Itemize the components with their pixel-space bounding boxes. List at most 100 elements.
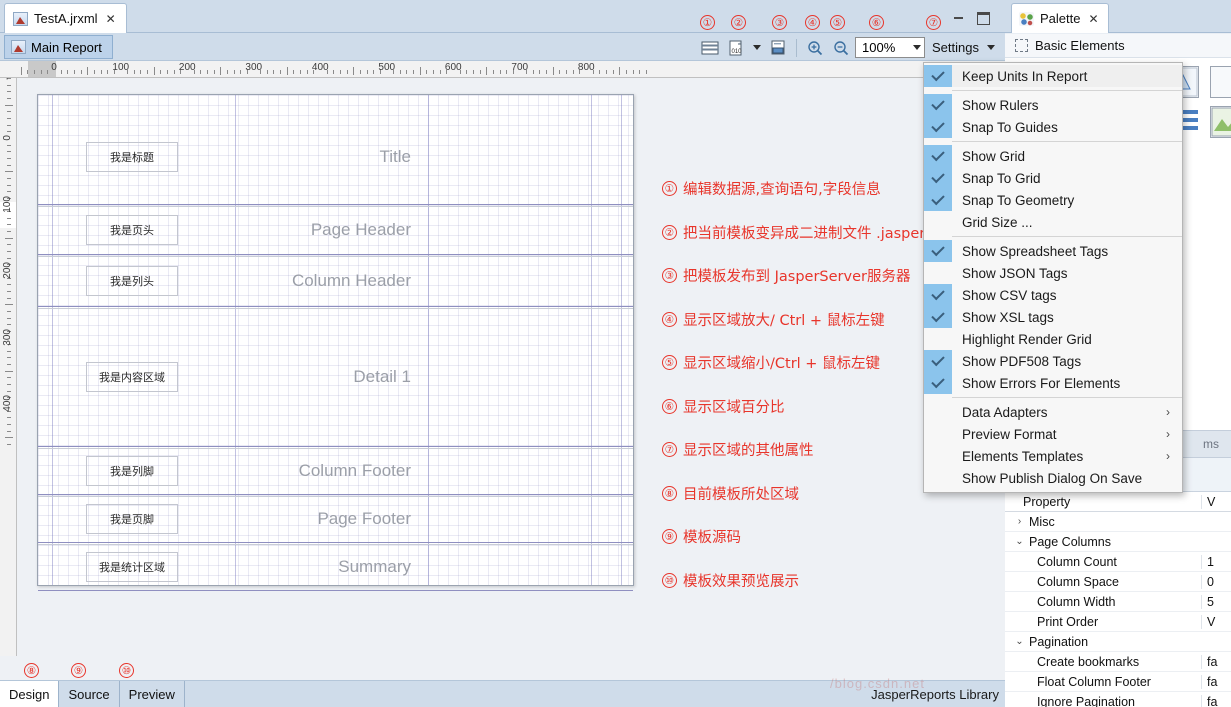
- check-icon: [924, 116, 952, 138]
- property-row[interactable]: ⌄ Page Columns: [1005, 532, 1231, 552]
- compile-dropdown-chevron-down-icon[interactable]: [750, 36, 764, 59]
- menu-item-grid-size[interactable]: Grid Size ...: [924, 211, 1182, 233]
- annotation-number: ⑦: [662, 442, 677, 457]
- vertical-ruler[interactable]: -100 0 100 200 300 400: [0, 78, 17, 678]
- menu-item-snap-to-geometry[interactable]: Snap To Geometry: [924, 189, 1182, 211]
- property-value[interactable]: 0: [1201, 574, 1231, 589]
- band-element-textfield[interactable]: 我是页头: [86, 215, 178, 245]
- property-value[interactable]: fa: [1201, 654, 1231, 669]
- menu-separator: [952, 236, 1182, 237]
- palette-item-image[interactable]: [1210, 106, 1231, 138]
- maximize-icon[interactable]: [975, 10, 991, 25]
- menu-item-show-rulers[interactable]: Show Rulers: [924, 94, 1182, 116]
- property-row[interactable]: Column Space 0: [1005, 572, 1231, 592]
- annotation-text: 编辑数据源,查询语句,字段信息: [683, 182, 881, 198]
- menu-separator: [952, 397, 1182, 398]
- property-name: ⌄ Pagination: [1005, 635, 1201, 649]
- menu-item-show-publish-dialog-on-save[interactable]: Show Publish Dialog On Save: [924, 467, 1182, 489]
- zoom-out-icon[interactable]: [829, 36, 853, 59]
- property-row[interactable]: Create bookmarks fa: [1005, 652, 1231, 672]
- property-value[interactable]: V: [1201, 614, 1231, 629]
- editor-tab-testa-jrxml[interactable]: TestA.jrxml ✕: [4, 3, 127, 33]
- band-column-footer[interactable]: Column Footer 我是列脚: [38, 447, 633, 495]
- band-element-textfield[interactable]: 我是统计区域: [86, 552, 178, 582]
- dataset-icon[interactable]: [698, 36, 722, 59]
- tab-main-report[interactable]: Main Report: [4, 35, 113, 59]
- zoom-level-select[interactable]: 100%: [855, 37, 926, 58]
- tab-preview[interactable]: Preview: [120, 681, 185, 707]
- band-detail-1[interactable]: Detail 1 我是内容区域: [38, 307, 633, 447]
- window-buttons: [951, 10, 991, 25]
- properties-table[interactable]: Property V › Misc ⌄ Page Columns Column Coun…: [1005, 492, 1231, 707]
- horizontal-ruler[interactable]: 0 100 200 300 400 500 600 700 800: [0, 61, 1005, 78]
- property-name: Column Width: [1005, 595, 1201, 609]
- chevron-right-icon[interactable]: ›: [1015, 516, 1024, 527]
- menu-item-show-pdf508-tags[interactable]: Show PDF508 Tags: [924, 350, 1182, 372]
- menu-item-elements-templates[interactable]: Elements Templates ›: [924, 445, 1182, 467]
- menu-item-snap-to-guides[interactable]: Snap To Guides: [924, 116, 1182, 138]
- publish-server-icon[interactable]: [766, 36, 790, 59]
- tab-design[interactable]: Design: [0, 681, 60, 707]
- minimize-icon[interactable]: [951, 10, 967, 24]
- band-page-footer[interactable]: Page Footer 我是页脚: [38, 495, 633, 543]
- property-row[interactable]: Float Column Footer fa: [1005, 672, 1231, 692]
- band-subseparator: [38, 496, 633, 497]
- settings-dropdown-menu[interactable]: Keep Units In Report Show Rulers Snap To G…: [923, 62, 1183, 493]
- band-element-textfield[interactable]: 我是列脚: [86, 456, 178, 486]
- property-row[interactable]: Print Order V: [1005, 612, 1231, 632]
- menu-item-highlight-render-grid[interactable]: Highlight Render Grid: [924, 328, 1182, 350]
- menu-item-show-spreadsheet-tags[interactable]: Show Spreadsheet Tags: [924, 240, 1182, 262]
- menu-item-show-grid[interactable]: Show Grid: [924, 145, 1182, 167]
- menu-item-show-json-tags[interactable]: Show JSON Tags: [924, 262, 1182, 284]
- marker-4: ④: [805, 15, 820, 30]
- palette-icon: [1019, 11, 1034, 26]
- close-icon[interactable]: ✕: [1088, 12, 1098, 26]
- check-icon: [924, 240, 952, 262]
- menu-item-show-xsl-tags[interactable]: Show XSL tags: [924, 306, 1182, 328]
- property-row[interactable]: Column Width 5: [1005, 592, 1231, 612]
- property-row[interactable]: Ignore Pagination fa: [1005, 692, 1231, 707]
- report-design-canvas[interactable]: Title 我是标题 Page Header 我是页头 Column Header 我是列…: [17, 78, 1005, 656]
- palette-group-basic-elements[interactable]: Basic Elements: [1005, 34, 1231, 58]
- palette-item-frame[interactable]: [1210, 66, 1231, 98]
- report-page[interactable]: Title 我是标题 Page Header 我是页头 Column Header 我是列…: [37, 94, 634, 591]
- tab-source[interactable]: Source: [59, 681, 120, 707]
- menu-item-data-adapters[interactable]: Data Adapters ›: [924, 401, 1182, 423]
- band-column-header[interactable]: Column Header 我是列头: [38, 255, 633, 307]
- property-label: Create bookmarks: [1037, 654, 1140, 669]
- band-page-header[interactable]: Page Header 我是页头: [38, 205, 633, 255]
- band-element-textfield[interactable]: 我是标题: [86, 142, 178, 172]
- band-element-textfield[interactable]: 我是内容区域: [86, 362, 178, 392]
- ruler-h-tick-400: 400: [311, 62, 329, 73]
- menu-item-keep-units-in-report[interactable]: Keep Units In Report: [924, 65, 1182, 87]
- settings-button[interactable]: Settings: [927, 36, 1000, 59]
- band-element-textfield[interactable]: 我是列头: [86, 266, 178, 296]
- property-row[interactable]: › Misc: [1005, 512, 1231, 532]
- chevron-down-icon[interactable]: ⌄: [1015, 636, 1024, 647]
- tab-palette[interactable]: Palette ✕: [1011, 3, 1109, 33]
- annotation-text: 模板效果预览展示: [683, 573, 799, 590]
- property-value[interactable]: 5: [1201, 594, 1231, 609]
- menu-separator: [952, 141, 1182, 142]
- property-value[interactable]: 1: [1201, 554, 1231, 569]
- menu-item-snap-to-grid[interactable]: Snap To Grid: [924, 167, 1182, 189]
- properties-tab-label: ms: [1203, 437, 1219, 451]
- property-value[interactable]: fa: [1201, 694, 1231, 707]
- annotation-note-2: ② 把当前模板变异成二进制文件 .jasper: [662, 222, 962, 243]
- zoom-in-icon[interactable]: [803, 36, 827, 59]
- close-icon[interactable]: ✕: [106, 12, 116, 26]
- menu-item-preview-format[interactable]: Preview Format ›: [924, 423, 1182, 445]
- ruler-v-tick-0: 0: [2, 135, 13, 141]
- property-label: Column Count: [1037, 554, 1117, 569]
- band-summary[interactable]: Summary 我是统计区域: [38, 543, 633, 591]
- chevron-down-icon[interactable]: ⌄: [1015, 536, 1024, 547]
- compile-icon[interactable]: 010: [724, 36, 748, 59]
- menu-item-show-errors-for-elements[interactable]: Show Errors For Elements: [924, 372, 1182, 394]
- band-element-textfield[interactable]: 我是页脚: [86, 504, 178, 534]
- property-row[interactable]: Column Count 1: [1005, 552, 1231, 572]
- menu-item-show-csv-tags[interactable]: Show CSV tags: [924, 284, 1182, 306]
- property-value[interactable]: fa: [1201, 674, 1231, 689]
- band-title[interactable]: Title 我是标题: [38, 109, 633, 205]
- property-label: Float Column Footer: [1037, 674, 1151, 689]
- property-row[interactable]: ⌄ Pagination: [1005, 632, 1231, 652]
